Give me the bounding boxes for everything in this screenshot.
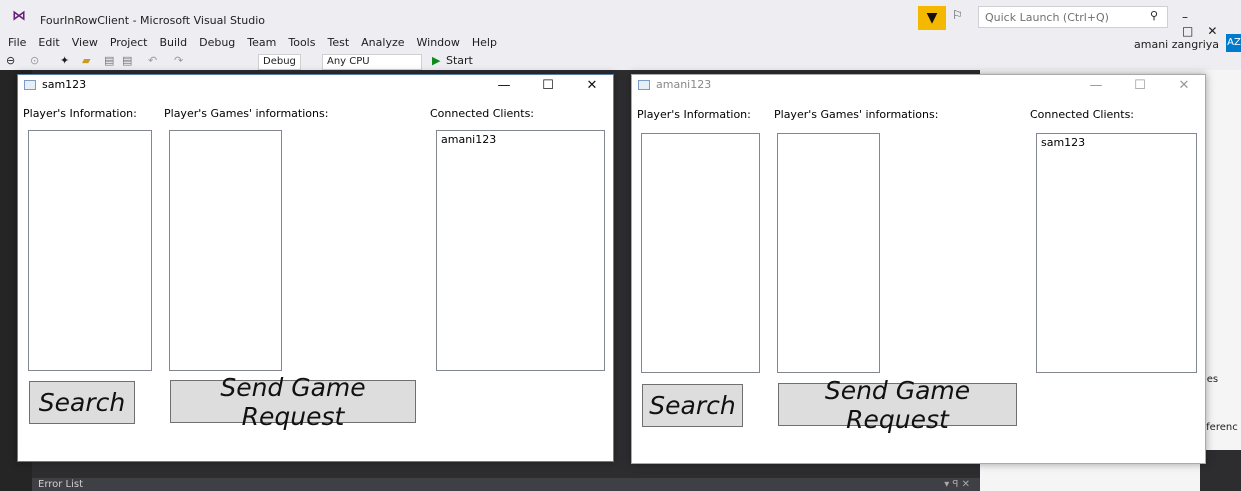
open-icon[interactable]: ▰ [82,54,90,67]
player-info-label: Player's Information: [637,108,751,121]
back-icon[interactable]: ⊖ [6,54,15,67]
menu-tools[interactable]: Tools [288,36,315,49]
vs-properties-panel: ties eferenc [1200,70,1241,450]
vs-window-title: FourInRowClient - Microsoft Visual Studi… [40,14,265,27]
quick-launch-input[interactable]: Quick Launch (Ctrl+Q) [978,6,1168,28]
client-window-amani123: amani123 — ☐ ✕ Player's Information: Pla… [631,74,1206,464]
filter-icon[interactable]: ▼ [918,6,946,30]
close-icon[interactable]: ✕ [577,76,607,96]
window-icon [638,80,650,90]
games-info-list[interactable] [777,133,880,373]
games-info-list[interactable] [169,130,282,371]
notifications-icon[interactable]: ⚐ [952,8,963,22]
connected-clients-label: Connected Clients: [430,107,535,120]
title-bar[interactable]: sam123 — ☐ ✕ [18,75,613,97]
new-project-icon[interactable]: ✦ [60,54,69,67]
minimize-icon[interactable]: — [1081,76,1111,96]
user-badge[interactable]: AZ [1226,34,1241,52]
maximize-icon[interactable]: ☐ [1125,76,1155,96]
games-info-label: Player's Games' informations: [164,107,329,120]
player-info-list[interactable] [641,133,760,373]
vs-main-window: ⋈ FourInRowClient - Microsoft Visual Stu… [0,0,1241,70]
vs-menu-bar: File Edit View Project Build Debug Team Tools Te… [0,36,503,54]
send-game-request-button[interactable]: Send Game Request [170,373,416,431]
visual-studio-logo-icon: ⋈ [12,8,26,24]
player-info-list[interactable] [28,130,152,371]
connected-clients-list[interactable]: amani123 [436,130,605,371]
menu-debug[interactable]: Debug [199,36,235,49]
menu-test[interactable]: Test [327,36,349,49]
player-info-label: Player's Information: [23,107,137,120]
client-item[interactable]: amani123 [437,131,604,148]
search-icon[interactable]: ⚲ [1150,9,1158,22]
client-item[interactable]: sam123 [1037,134,1196,151]
window-icon [24,80,36,90]
menu-window[interactable]: Window [417,36,460,49]
forward-icon[interactable]: ⊙ [30,54,39,67]
error-list-title: Error List [38,479,84,490]
platform-select[interactable]: Any CPU [322,54,422,70]
menu-project[interactable]: Project [110,36,148,49]
client-window-sam123: sam123 — ☐ ✕ Player's Information: Playe… [17,74,614,462]
connected-clients-list[interactable]: sam123 [1036,133,1197,373]
window-title: sam123 [42,78,87,91]
search-button[interactable]: Search [642,384,743,427]
undo-icon[interactable]: ↶ [148,54,157,67]
games-info-label: Player's Games' informations: [774,108,939,121]
start-button[interactable]: Start [446,54,473,67]
start-play-icon[interactable]: ▶ [432,54,440,67]
error-list-panel[interactable]: Error List ▾ ꟼ ✕ [32,478,980,491]
search-button[interactable]: Search [29,381,135,424]
menu-analyze[interactable]: Analyze [361,36,404,49]
user-name[interactable]: amani zangriya [1134,38,1219,51]
connected-clients-label: Connected Clients: [1030,108,1135,121]
panel-controls-icon[interactable]: ▾ ꟼ ✕ [944,478,970,491]
minimize-icon[interactable]: — [489,76,519,96]
title-bar[interactable]: amani123 — ☐ ✕ [632,75,1205,97]
configuration-select[interactable]: Debug [258,54,301,70]
menu-build[interactable]: Build [159,36,187,49]
send-game-request-button[interactable]: Send Game Request [778,376,1017,434]
redo-icon[interactable]: ↷ [174,54,183,67]
menu-view[interactable]: View [72,36,98,49]
close-icon[interactable]: ✕ [1169,76,1199,96]
save-all-icon[interactable]: ▤ [122,54,132,67]
save-icon[interactable]: ▤ [104,54,114,67]
window-title: amani123 [656,78,712,91]
menu-edit[interactable]: Edit [38,36,59,49]
menu-help[interactable]: Help [472,36,497,49]
menu-team[interactable]: Team [247,36,276,49]
maximize-icon[interactable]: ☐ [533,76,563,96]
menu-file[interactable]: File [8,36,26,49]
